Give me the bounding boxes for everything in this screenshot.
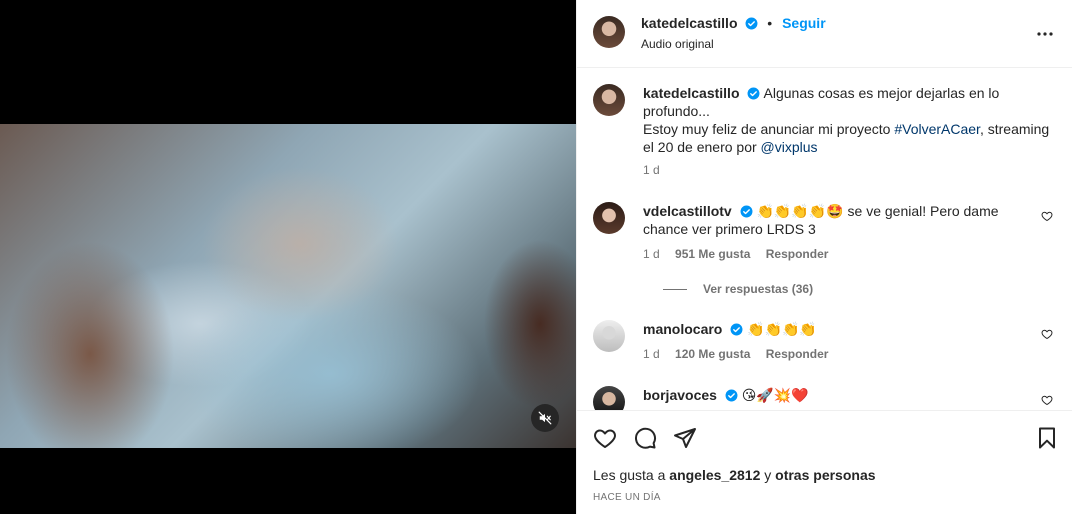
caption-time[interactable]: 1 d <box>643 163 660 177</box>
hashtag-link[interactable]: #VolverACaer <box>894 121 980 137</box>
likes-mid: y <box>760 467 776 483</box>
more-options-icon[interactable] <box>1033 22 1057 46</box>
post-header: katedelcastillo • Seguir Audio original <box>577 0 1072 68</box>
verified-badge-icon <box>730 323 743 336</box>
post-actions: Les gusta a angeles_2812 y otras persona… <box>577 410 1072 514</box>
follow-button[interactable]: Seguir <box>782 15 826 31</box>
replies-divider <box>663 289 687 291</box>
reply-button[interactable]: Responder <box>766 347 829 361</box>
video-frame[interactable] <box>0 124 576 448</box>
comment-username[interactable]: vdelcastillotv <box>643 203 732 219</box>
comment-emojis: 👏👏👏👏🤩 <box>756 203 844 219</box>
comment-avatar[interactable] <box>593 202 625 234</box>
comment-emojis: 👏👏👏👏 <box>747 321 817 337</box>
comment-text: vdelcastillotv 👏👏👏👏🤩 se ve genial! Pero … <box>643 202 1033 238</box>
comment-item: borjavoces 😘🚀💥❤️ <box>593 386 1053 410</box>
verified-badge-icon <box>725 389 738 402</box>
muted-audio-icon <box>538 411 552 425</box>
comment-like-icon[interactable] <box>1041 328 1053 340</box>
author-username[interactable]: katedelcastillo <box>641 15 738 31</box>
caption-meta: 1 d <box>643 163 672 177</box>
view-replies-button[interactable]: Ver respuestas (36) <box>663 282 813 296</box>
caption-username[interactable]: katedelcastillo <box>643 85 740 101</box>
mute-toggle-button[interactable] <box>531 404 559 432</box>
comment-meta: 1 d 951 Me gusta Responder <box>643 247 828 261</box>
verified-badge-icon <box>747 87 760 100</box>
instagram-post-modal: katedelcastillo • Seguir Audio original … <box>0 0 1072 514</box>
verified-badge-icon <box>740 205 753 218</box>
comment-item: vdelcastillotv 👏👏👏👏🤩 se ve genial! Pero … <box>593 202 1053 296</box>
reply-button[interactable]: Responder <box>766 247 829 261</box>
bookmark-icon[interactable] <box>1035 426 1059 450</box>
likes-user-link[interactable]: angeles_2812 <box>669 467 760 483</box>
author-line: katedelcastillo • Seguir <box>641 15 826 31</box>
likes-summary: Les gusta a angeles_2812 y otras persona… <box>593 467 876 483</box>
heart-icon[interactable] <box>593 426 617 450</box>
caption-entry: katedelcastillo Algunas cosas es mejor d… <box>593 84 1053 184</box>
mention-link[interactable]: @vixplus <box>761 139 818 155</box>
comment-meta: 1 d 120 Me gusta Responder <box>643 347 828 361</box>
comment-username[interactable]: borjavoces <box>643 387 717 403</box>
comment-avatar[interactable] <box>593 320 625 352</box>
comment-time[interactable]: 1 d <box>643 247 660 261</box>
comment-like-icon[interactable] <box>1041 210 1053 222</box>
video-area[interactable] <box>0 0 576 514</box>
comment-likes[interactable]: 120 Me gusta <box>675 347 750 361</box>
caption-avatar[interactable] <box>593 84 625 116</box>
comment-time[interactable]: 1 d <box>643 347 660 361</box>
audio-label[interactable]: Audio original <box>641 37 714 51</box>
comment-avatar[interactable] <box>593 386 625 410</box>
comment-text: borjavoces 😘🚀💥❤️ <box>643 386 1053 404</box>
comments-list[interactable]: katedelcastillo Algunas cosas es mejor d… <box>577 68 1072 410</box>
comment-like-icon[interactable] <box>1041 394 1053 406</box>
comment-text: manolocaro 👏👏👏👏 <box>643 320 1053 338</box>
comment-username[interactable]: manolocaro <box>643 321 722 337</box>
share-icon[interactable] <box>673 426 697 450</box>
likes-prefix: Les gusta a <box>593 467 670 483</box>
verified-badge-icon <box>745 17 758 30</box>
author-avatar[interactable] <box>593 16 625 48</box>
comment-emojis: 😘🚀💥❤️ <box>741 387 809 403</box>
comment-item: manolocaro 👏👏👏👏 1 d 120 Me gusta Respond… <box>593 320 1053 370</box>
post-side-panel: katedelcastillo • Seguir Audio original … <box>576 0 1072 514</box>
likes-others-link[interactable]: otras personas <box>775 467 875 483</box>
view-replies-label[interactable]: Ver respuestas (36) <box>703 282 813 296</box>
caption-line-2-a: Estoy muy feliz de anunciar mi proyecto <box>643 121 895 137</box>
caption-text: katedelcastillo Algunas cosas es mejor d… <box>643 84 1053 156</box>
post-timestamp[interactable]: HACE UN DÍA <box>593 492 661 503</box>
comment-icon[interactable] <box>633 426 657 450</box>
separator-dot: • <box>767 15 773 31</box>
comment-likes[interactable]: 951 Me gusta <box>675 247 750 261</box>
